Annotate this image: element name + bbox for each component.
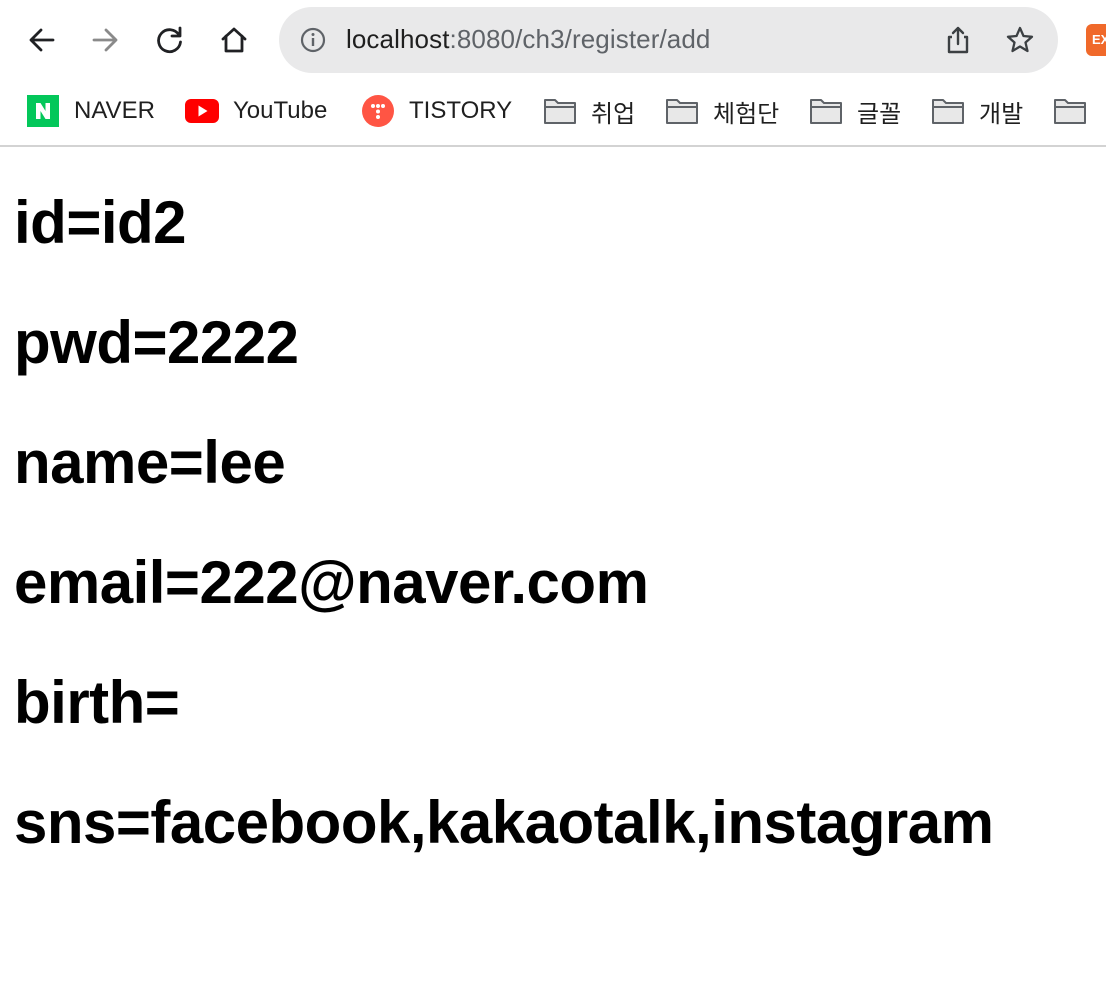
folder-icon (1053, 94, 1087, 128)
field-pwd: pwd=2222 (14, 309, 299, 376)
bookmark-naver[interactable]: NAVER (26, 94, 155, 128)
bookmark-tistory[interactable]: TISTORY (361, 94, 512, 128)
home-button[interactable] (216, 22, 252, 58)
browser-toolbar: localhost:8080/ch3/register/add EX (0, 0, 1106, 80)
reload-button[interactable] (152, 22, 188, 58)
youtube-icon (185, 94, 219, 128)
field-name: name=lee (14, 429, 286, 496)
bookmark-folder-job[interactable]: 취업 (543, 94, 635, 128)
reload-icon (157, 26, 182, 54)
bookmark-label: YouTube (233, 97, 328, 124)
bookmark-folder-more[interactable] (1053, 94, 1101, 128)
field-sns: sns=facebook,kakaotalk,instagram (14, 789, 994, 856)
naver-icon (26, 94, 60, 128)
bookmark-label: 취업 (591, 100, 636, 128)
tistory-icon (361, 94, 395, 128)
bookmark-label: 체험단 (713, 100, 780, 128)
back-button[interactable] (24, 22, 60, 58)
url-text[interactable]: localhost:8080/ch3/register/add (346, 24, 710, 55)
arrow-right-icon (92, 28, 118, 52)
home-icon (221, 27, 247, 53)
bookmarks-bar: NAVER YouTube TISTORY 취업 체험단 글꼴 개발 (0, 80, 1106, 147)
folder-icon (543, 94, 577, 128)
bookmark-label: NAVER (74, 97, 155, 124)
bookmark-label: TISTORY (409, 97, 513, 124)
field-id: id=id2 (14, 189, 187, 256)
field-birth: birth= (14, 669, 180, 736)
bookmark-folder-fonts[interactable]: 글꼴 (809, 94, 901, 128)
bookmark-youtube[interactable]: YouTube (185, 94, 327, 128)
bookmark-folder-experience[interactable]: 체험단 (665, 94, 779, 128)
share-icon[interactable] (943, 25, 973, 55)
bookmark-star-icon[interactable] (1005, 25, 1035, 55)
bookmark-folder-dev[interactable]: 개발 (931, 94, 1023, 128)
field-email: email=222@naver.com (14, 549, 649, 616)
url-path: :8080/ch3/register/add (449, 24, 711, 54)
forward-button[interactable] (87, 22, 123, 58)
extension-icon[interactable]: EX (1086, 24, 1106, 56)
url-host: localhost (346, 24, 450, 54)
folder-icon (931, 94, 965, 128)
folder-icon (665, 94, 699, 128)
address-bar[interactable]: localhost:8080/ch3/register/add (279, 7, 1058, 73)
arrow-left-icon (29, 28, 55, 52)
bookmark-label: 글꼴 (857, 100, 902, 128)
info-icon[interactable] (300, 27, 326, 53)
bookmark-label: 개발 (979, 100, 1024, 128)
folder-icon (809, 94, 843, 128)
